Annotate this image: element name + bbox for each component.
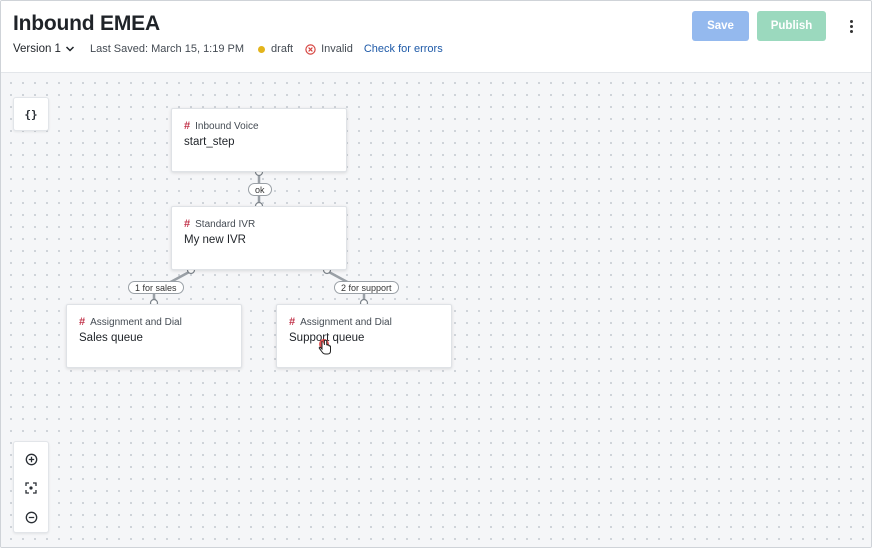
- node-name: Sales queue: [79, 332, 143, 344]
- meta-row: Version 1 Last Saved: March 15, 1:19 PM …: [13, 41, 443, 57]
- variables-button[interactable]: {}: [13, 97, 49, 131]
- edge-label-support[interactable]: 2 for support: [334, 281, 399, 294]
- node-name: start_step: [184, 136, 235, 148]
- zoom-out-icon: [25, 511, 37, 523]
- publish-button[interactable]: Publish: [757, 11, 826, 41]
- node-type-label: Assignment and Dial: [90, 316, 182, 328]
- hash-icon: #: [184, 120, 191, 132]
- page-title: Inbound EMEA: [13, 12, 160, 35]
- zoom-controls: [13, 441, 49, 533]
- draft-dot-icon: [258, 45, 266, 53]
- chevron-down-icon: [65, 46, 74, 52]
- node-sales-queue[interactable]: # Assignment and Dial Sales queue: [66, 304, 242, 368]
- node-support-queue[interactable]: # Assignment and Dial Support queue: [276, 304, 452, 368]
- zoom-in-button[interactable]: [14, 444, 48, 474]
- node-type: # Assignment and Dial: [79, 316, 182, 328]
- node-name: My new IVR: [184, 234, 246, 246]
- flow-editor-window: Inbound EMEA Version 1 Last Saved: March…: [0, 0, 872, 548]
- node-type-label: Assignment and Dial: [300, 316, 392, 328]
- node-type-label: Standard IVR: [195, 218, 256, 230]
- hash-icon: #: [289, 316, 296, 328]
- fit-view-button[interactable]: [14, 473, 48, 503]
- version-dropdown[interactable]: Version 1: [13, 43, 75, 55]
- node-inbound-voice[interactable]: # Inbound Voice start_step: [171, 108, 347, 172]
- node-standard-ivr[interactable]: # Standard IVR My new IVR: [171, 206, 347, 270]
- header-bar: Inbound EMEA Version 1 Last Saved: March…: [1, 1, 871, 73]
- status-invalid: Invalid: [305, 43, 353, 55]
- zoom-in-icon: [25, 453, 37, 465]
- invalid-label: Invalid: [321, 43, 353, 55]
- draft-label: draft: [271, 43, 294, 55]
- fit-view-icon: [25, 482, 37, 494]
- node-name: Support queue: [289, 332, 365, 344]
- status-draft: draft: [258, 43, 293, 55]
- kebab-menu-icon[interactable]: [843, 15, 859, 37]
- hash-icon: #: [184, 218, 191, 230]
- zoom-out-button[interactable]: [14, 502, 48, 532]
- check-for-errors-link[interactable]: Check for errors: [364, 43, 443, 55]
- invalid-x-icon: [305, 43, 316, 55]
- hash-icon: #: [79, 316, 86, 328]
- edge-label-ok[interactable]: ok: [248, 183, 272, 196]
- version-label: Version 1: [13, 43, 61, 55]
- node-type: # Assignment and Dial: [289, 316, 392, 328]
- node-type-label: Inbound Voice: [195, 120, 259, 132]
- last-saved-text: Last Saved: March 15, 1:19 PM: [89, 43, 245, 55]
- save-button[interactable]: Save: [692, 11, 749, 41]
- node-type: # Standard IVR: [184, 218, 255, 230]
- node-type: # Inbound Voice: [184, 120, 259, 132]
- edge-label-sales[interactable]: 1 for sales: [128, 281, 184, 294]
